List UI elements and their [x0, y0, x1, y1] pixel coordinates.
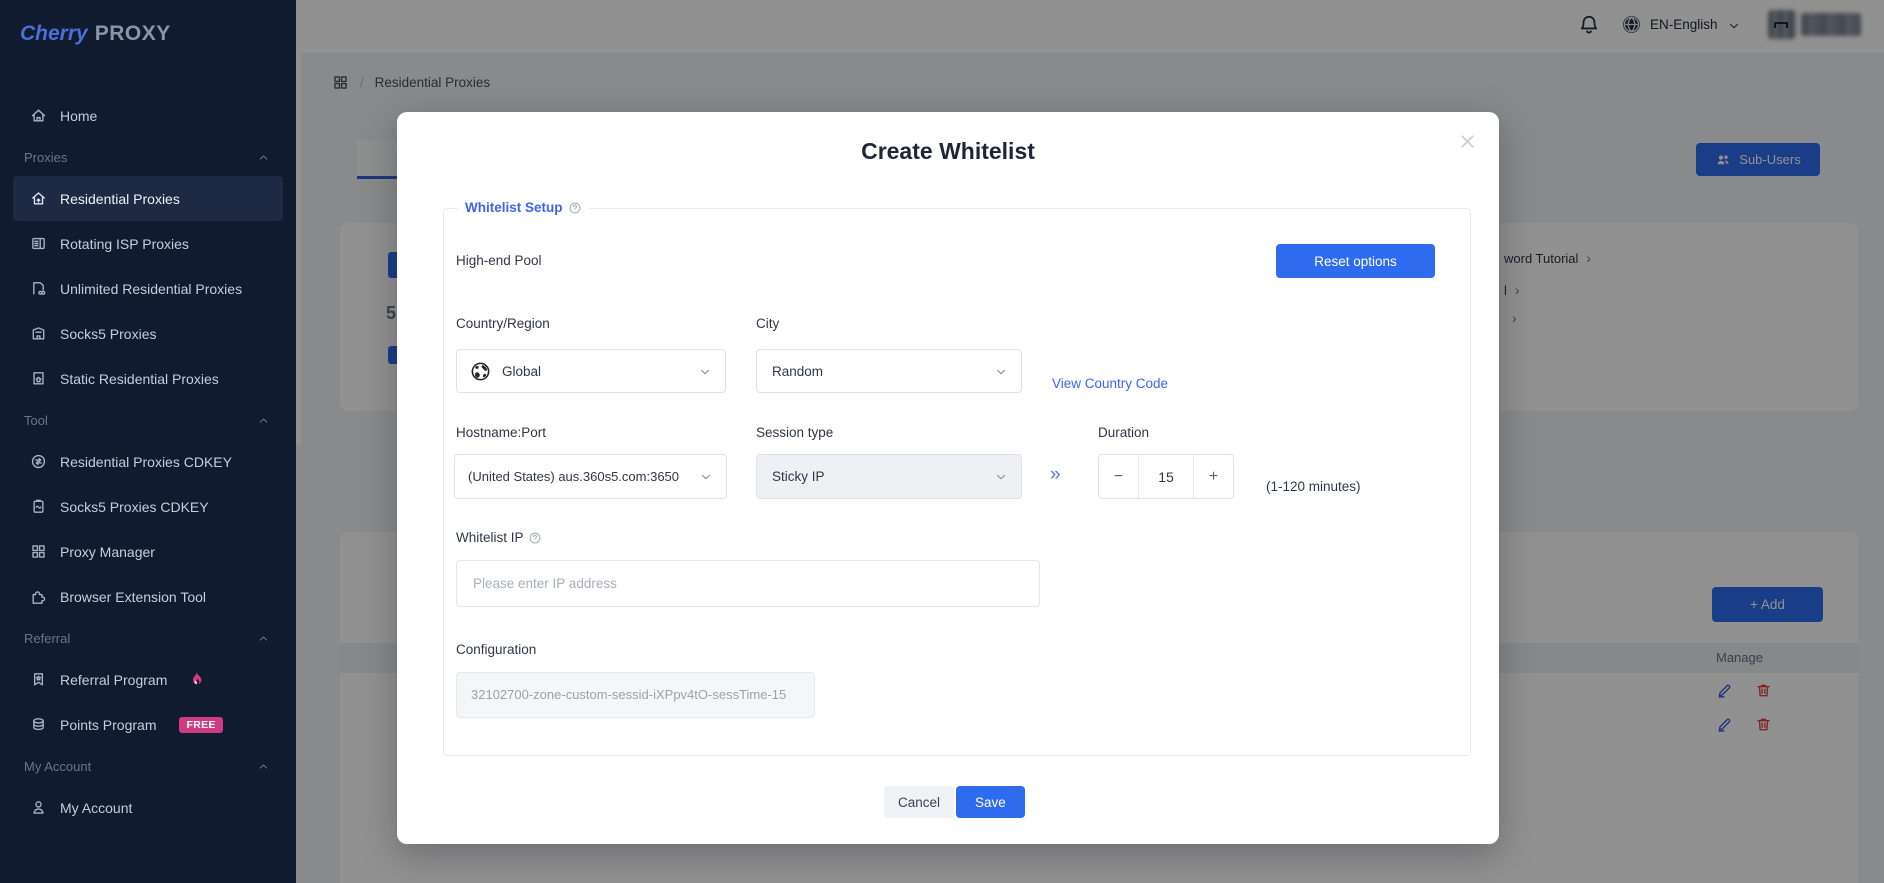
free-badge: FREE — [179, 717, 222, 733]
puzzle-icon — [30, 588, 47, 605]
document-infinity-icon — [30, 280, 47, 297]
whitelist-ip-label: Whitelist IP — [456, 530, 524, 545]
whitelist-ip-input[interactable] — [456, 560, 1040, 607]
chevron-down-icon — [994, 365, 1008, 379]
fire-icon — [188, 671, 204, 689]
sidebar-item-proxy-manager[interactable]: Proxy Manager — [13, 529, 283, 574]
sidebar-item-points-program[interactable]: Points ProgramFREE — [13, 702, 283, 747]
sidebar: Cherry PROXY Home Proxies Residential Pro… — [0, 0, 296, 883]
duration-label: Duration — [1098, 425, 1149, 440]
chevron-up-icon — [257, 760, 270, 773]
fieldset-legend: Whitelist Setup — [458, 200, 589, 215]
sidebar-menu: Home Proxies Residential Proxies Rotatin… — [0, 93, 296, 830]
close-icon[interactable] — [1458, 132, 1477, 151]
sidebar-section-my-account[interactable]: My Account — [0, 747, 296, 785]
country-select[interactable]: Global — [456, 349, 726, 393]
sidebar-item-residential-proxies[interactable]: Residential Proxies — [13, 176, 283, 221]
hostname-label: Hostname:Port — [456, 425, 546, 440]
chevron-up-icon — [257, 632, 270, 645]
session-type-select[interactable]: Sticky IP — [756, 454, 1022, 499]
hostname-select[interactable]: (United States) aus.360s5.com:3650 — [454, 454, 727, 499]
chevron-up-icon — [257, 151, 270, 164]
sidebar-item-unlimited-residential-proxies[interactable]: Unlimited Residential Proxies — [13, 266, 283, 311]
clipboard-icon — [30, 498, 47, 515]
pool-label: High-end Pool — [456, 253, 542, 268]
view-country-code-link[interactable]: View Country Code — [1052, 376, 1168, 391]
sidebar-item-residential-proxies-cdkey[interactable]: Residential Proxies CDKEY — [13, 439, 283, 484]
grid-icon — [30, 543, 47, 560]
sidebar-item-socks5-proxies[interactable]: Socks5 Proxies — [13, 311, 283, 356]
screen: EN-English / Residential Proxies 5 word … — [0, 0, 1884, 883]
document-home-icon — [30, 370, 47, 387]
chevron-down-icon — [994, 470, 1008, 484]
chevron-down-icon — [699, 470, 713, 484]
duration-decrease-button[interactable]: − — [1099, 455, 1139, 498]
reset-options-button[interactable]: Reset options — [1276, 244, 1435, 278]
modal-title: Create Whitelist — [397, 138, 1499, 165]
home-icon — [30, 107, 47, 124]
circle-arrows-icon — [30, 453, 47, 470]
duration-increase-button[interactable]: + — [1193, 455, 1233, 498]
save-button[interactable]: Save — [956, 786, 1025, 818]
sidebar-section-proxies[interactable]: Proxies — [0, 138, 296, 176]
help-icon[interactable] — [528, 531, 542, 545]
duration-hint: (1-120 minutes) — [1266, 479, 1361, 494]
sidebar-item-socks5-proxies-cdkey[interactable]: Socks5 Proxies CDKEY — [13, 484, 283, 529]
create-whitelist-modal: Create Whitelist Whitelist Setup High-en… — [397, 112, 1499, 844]
sidebar-item-home[interactable]: Home — [13, 93, 283, 138]
configuration-value: 32102700-zone-custom-sessid-iXPpv4tO-ses… — [456, 672, 815, 718]
double-chevron-icon: » — [1050, 464, 1061, 486]
logo-brand: Cherry — [20, 22, 88, 45]
duration-stepper: − + — [1098, 454, 1234, 499]
residential-house-icon — [30, 190, 47, 207]
sidebar-item-browser-extension-tool[interactable]: Browser Extension Tool — [13, 574, 283, 619]
country-label: Country/Region — [456, 316, 550, 331]
city-label: City — [756, 316, 779, 331]
duration-input[interactable] — [1139, 455, 1193, 498]
building-icon — [30, 325, 47, 342]
sidebar-item-static-residential-proxies[interactable]: Static Residential Proxies — [13, 356, 283, 401]
sidebar-section-referral[interactable]: Referral — [0, 619, 296, 657]
user-icon — [30, 799, 47, 816]
chevron-up-icon — [257, 414, 270, 427]
help-icon[interactable] — [568, 201, 582, 215]
sidebar-item-my-account[interactable]: My Account — [13, 785, 283, 830]
sidebar-item-referral-program[interactable]: Referral Program — [13, 657, 283, 702]
earth-icon — [470, 361, 491, 382]
sidebar-item-rotating-isp-proxies[interactable]: Rotating ISP Proxies — [13, 221, 283, 266]
newspaper-icon — [30, 235, 47, 252]
configuration-label: Configuration — [456, 642, 536, 657]
bookmark-star-icon — [30, 671, 47, 688]
sidebar-section-tool[interactable]: Tool — [0, 401, 296, 439]
session-type-label: Session type — [756, 425, 833, 440]
city-select[interactable]: Random — [756, 349, 1022, 393]
logo-suffix: PROXY — [95, 22, 171, 45]
chevron-down-icon — [698, 365, 712, 379]
coins-icon — [30, 716, 47, 733]
cancel-button[interactable]: Cancel — [884, 786, 954, 818]
logo[interactable]: Cherry PROXY — [20, 22, 171, 46]
